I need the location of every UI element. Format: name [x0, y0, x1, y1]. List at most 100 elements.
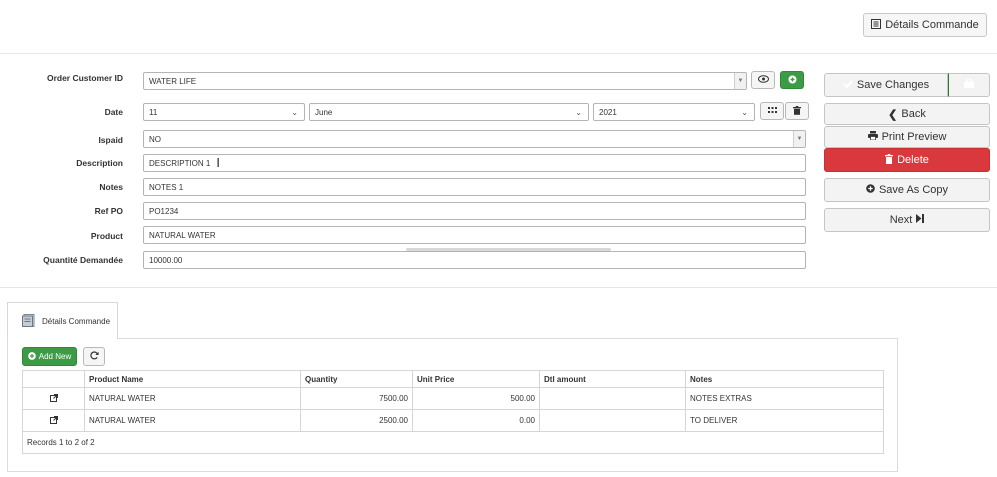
next-label: Next [889, 214, 913, 226]
chevron-down-icon: ⌄ [741, 108, 748, 117]
column-header[interactable]: Dtl amount [539, 370, 686, 388]
next-button[interactable]: Next [824, 208, 990, 232]
quantite-value: 10000.00 [149, 255, 183, 265]
refresh-button[interactable] [83, 347, 105, 366]
back-label: Back [901, 108, 926, 120]
save-changes-label: Save Changes [856, 79, 930, 91]
column-header[interactable]: Unit Price [412, 370, 540, 388]
external-link-icon[interactable] [49, 415, 58, 426]
quantite-input[interactable]: 10000.00 [143, 251, 806, 269]
date-month-value: June [315, 107, 333, 117]
notes-value: NOTES 1 [149, 182, 184, 192]
back-button[interactable]: ❮ Back [824, 103, 990, 125]
plus-circle-icon [866, 184, 875, 196]
list-icon [871, 18, 882, 32]
product-value: NATURAL WATER [149, 230, 216, 240]
table-footer-row: Records 1 to 2 of 2 [22, 431, 884, 454]
details-table: Product Name Quantity Unit Price Dtl amo… [22, 370, 884, 454]
tab-details-commande[interactable]: Détails Commande [7, 302, 118, 339]
cell-unit-price: 500.00 [412, 387, 540, 410]
cell-quantity: 2500.00 [300, 409, 413, 432]
column-header [22, 370, 85, 388]
description-value: DESCRIPTION 1 [149, 158, 211, 168]
briefcase-icon [964, 78, 974, 91]
save-as-copy-label: Save As Copy [878, 184, 949, 196]
cell-quantity: 7500.00 [300, 387, 413, 410]
ref-po-label: Ref PO [94, 206, 123, 216]
cell-product: NATURAL WATER [84, 387, 301, 410]
text-cursor-icon: Ⅰ [216, 156, 220, 170]
cell-unit-price: 0.00 [412, 409, 540, 432]
cell-notes: NOTES EXTRAS [685, 387, 884, 410]
column-header[interactable]: Product Name [84, 370, 301, 388]
plus-circle-icon [27, 351, 36, 362]
date-label: Date [104, 107, 123, 117]
add-new-label: Add New [38, 352, 72, 361]
cell-product: NATURAL WATER [84, 409, 301, 432]
records-count: Records 1 to 2 of 2 [22, 431, 884, 454]
cell-dtl-amount [539, 409, 686, 432]
save-options-button[interactable] [948, 73, 990, 97]
add-new-button[interactable]: Add New [22, 347, 77, 366]
table-row: NATURAL WATER 2500.00 0.00 TO DELIVER [22, 409, 884, 432]
notes-input[interactable]: NOTES 1 [143, 178, 806, 196]
quantite-label: Quantité Demandée [43, 255, 123, 265]
save-as-copy-button[interactable]: Save As Copy [824, 178, 990, 202]
column-header[interactable]: Notes [685, 370, 884, 388]
tab-details-label: Détails Commande [42, 316, 111, 326]
details-commande-button[interactable]: Détails Commande [863, 13, 987, 37]
table-row: NATURAL WATER 7500.00 500.00 NOTES EXTRA… [22, 387, 884, 410]
add-customer-button[interactable] [780, 71, 804, 89]
save-changes-button[interactable]: Save Changes [824, 73, 948, 97]
calendar-grid-icon [767, 106, 777, 116]
clear-date-button[interactable] [785, 102, 809, 120]
eye-icon [757, 75, 769, 85]
chevron-down-icon: ⌄ [291, 108, 298, 117]
view-customer-button[interactable] [751, 71, 775, 89]
step-forward-icon [916, 214, 925, 226]
form-divider [0, 287, 997, 288]
date-day-select[interactable]: 11 ⌄ [143, 103, 305, 121]
chevron-down-icon: ⌄ [575, 108, 582, 117]
header-divider [0, 53, 997, 54]
delete-label: Delete [897, 154, 929, 166]
order-customer-id-combo[interactable]: WATER LIFE ▼ [143, 72, 747, 90]
notes-label: Notes [99, 182, 123, 192]
ispaid-label: Ispaid [98, 135, 123, 145]
ref-po-input[interactable]: PO1234 [143, 202, 806, 220]
combo-arrow-icon[interactable]: ▼ [734, 73, 746, 89]
trash-icon [885, 153, 894, 167]
print-icon [867, 131, 878, 143]
description-input[interactable]: DESCRIPTION 1 Ⅰ [143, 154, 806, 172]
date-month-select[interactable]: June ⌄ [309, 103, 589, 121]
ispaid-combo[interactable]: NO ▼ [143, 130, 806, 148]
cell-notes: TO DELIVER [685, 409, 884, 432]
edit-cell[interactable] [22, 409, 85, 432]
edit-cell[interactable] [22, 387, 85, 410]
document-icon [22, 313, 36, 329]
delete-button[interactable]: Delete [824, 148, 990, 172]
order-customer-id-value: WATER LIFE [149, 76, 197, 86]
date-year-select[interactable]: 2021 ⌄ [593, 103, 755, 121]
print-preview-label: Print Preview [881, 131, 947, 143]
check-icon [843, 79, 853, 91]
trash-icon [793, 105, 801, 117]
print-preview-button[interactable]: Print Preview [824, 126, 990, 148]
product-input[interactable]: NATURAL WATER [143, 226, 806, 244]
chevron-left-icon: ❮ [888, 108, 898, 121]
product-label: Product [90, 231, 123, 241]
column-header[interactable]: Quantity [300, 370, 413, 388]
plus-circle-icon [788, 75, 797, 86]
external-link-icon[interactable] [49, 393, 58, 404]
date-day-value: 11 [149, 107, 158, 117]
order-customer-id-label: Order Customer ID [46, 73, 123, 83]
table-header-row: Product Name Quantity Unit Price Dtl amo… [22, 370, 884, 388]
description-label: Description [76, 158, 123, 168]
details-commande-label: Détails Commande [885, 19, 979, 31]
date-year-value: 2021 [599, 107, 617, 117]
calendar-button[interactable] [760, 102, 784, 120]
cell-dtl-amount [539, 387, 686, 410]
ispaid-value: NO [149, 134, 161, 144]
combo-arrow-icon[interactable]: ▼ [793, 131, 805, 147]
refresh-icon [89, 351, 99, 362]
